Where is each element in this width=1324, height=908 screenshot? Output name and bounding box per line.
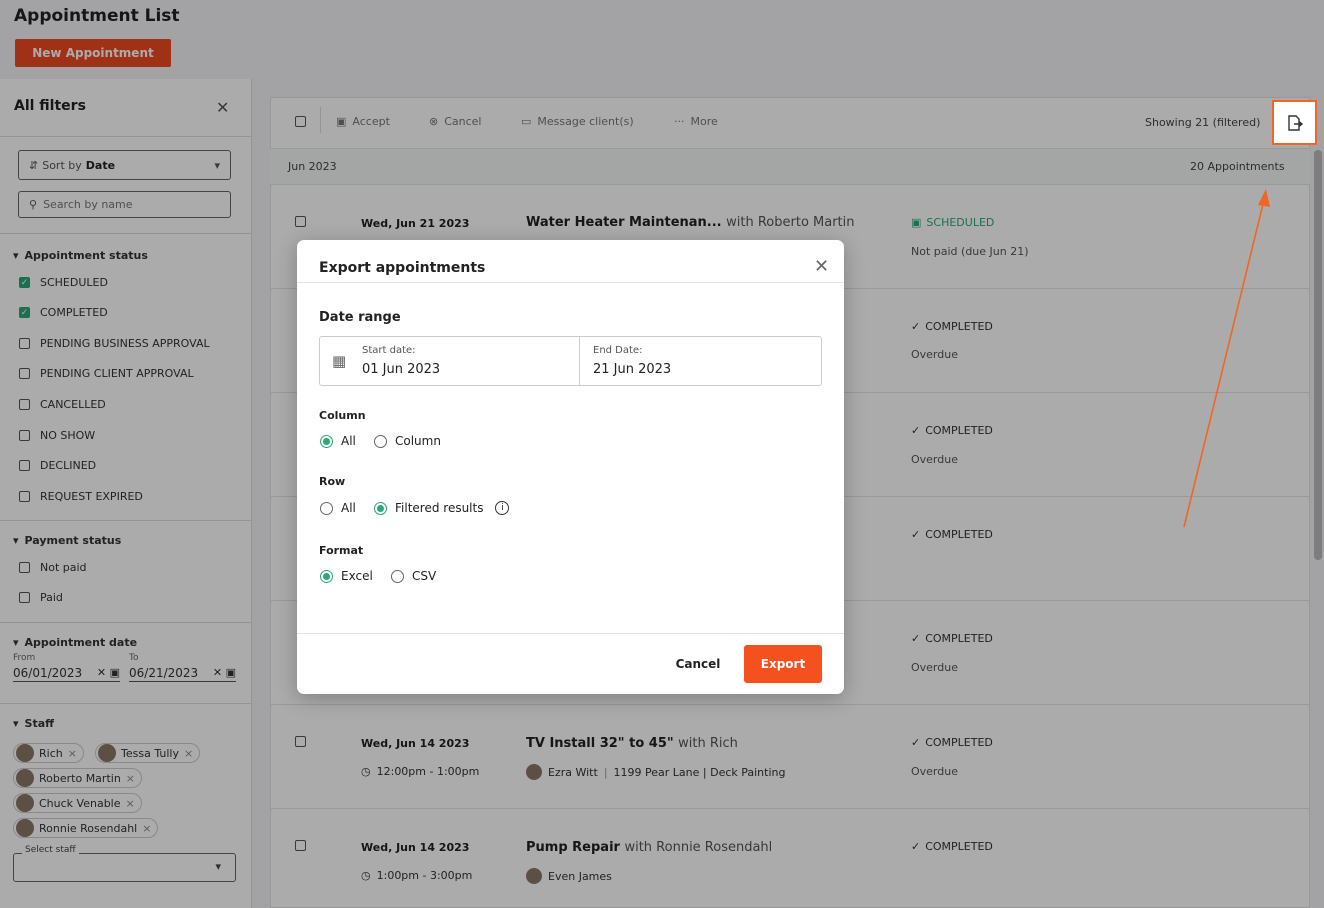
divider: [579, 337, 580, 385]
export-dialog: Export appointments ✕ Date range ▦ Start…: [297, 240, 844, 694]
export-confirm-button[interactable]: Export: [744, 645, 822, 683]
column-column-radio[interactable]: Column: [374, 434, 441, 448]
dialog-title: Export appointments: [319, 260, 486, 276]
start-date-value[interactable]: 01 Jun 2023: [362, 362, 440, 377]
row-label: Row: [319, 475, 346, 488]
column-label: Column: [319, 409, 366, 422]
calendar-icon: ▦: [332, 352, 347, 370]
date-range-label: Date range: [319, 310, 401, 325]
cancel-button[interactable]: Cancel: [667, 646, 729, 682]
column-all-radio[interactable]: All: [320, 434, 356, 448]
format-csv-radio[interactable]: CSV: [391, 569, 436, 583]
format-label: Format: [319, 544, 364, 557]
row-filtered-radio[interactable]: Filtered results i: [374, 501, 510, 515]
date-range-field[interactable]: ▦ Start date: 01 Jun 2023 End Date: 21 J…: [319, 336, 822, 386]
info-icon: i: [495, 501, 510, 515]
format-excel-radio[interactable]: Excel: [320, 569, 373, 583]
divider: [297, 633, 844, 634]
end-date-label: End Date:: [593, 345, 643, 356]
close-icon[interactable]: ✕: [814, 256, 829, 277]
end-date-value[interactable]: 21 Jun 2023: [593, 362, 671, 377]
start-date-label: Start date:: [362, 345, 416, 356]
divider: [297, 282, 844, 283]
row-all-radio[interactable]: All: [320, 501, 356, 515]
